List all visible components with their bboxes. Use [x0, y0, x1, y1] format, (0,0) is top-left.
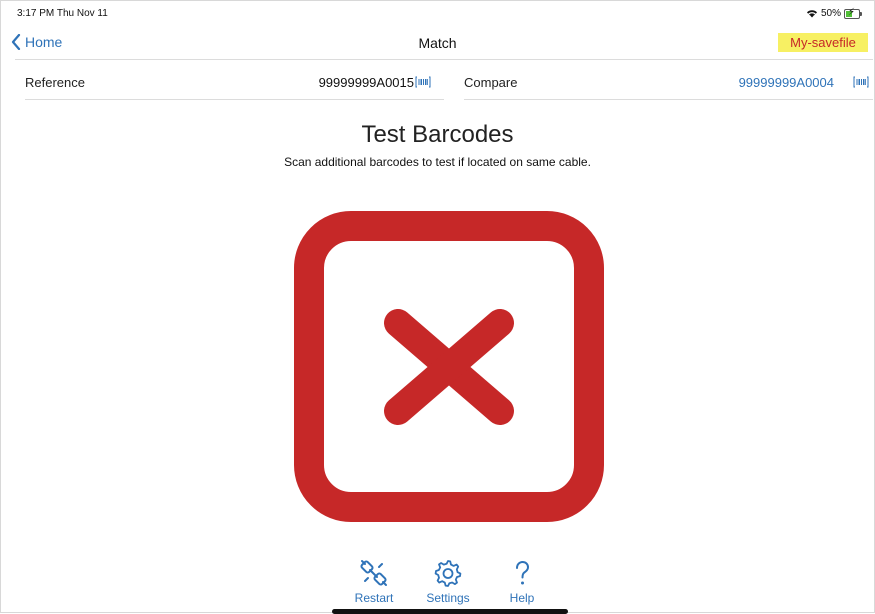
status-indicators: 50% ⚡: [806, 6, 862, 19]
reference-value: 99999999A0015: [318, 75, 414, 90]
section-heading: Test Barcodes: [361, 121, 514, 148]
restart-button[interactable]: Restart: [339, 558, 409, 605]
reference-scan-barcode-icon[interactable]: [415, 75, 431, 89]
restart-label: Restart: [354, 591, 394, 605]
status-time: 3:17 PM Thu Nov 11: [17, 8, 108, 19]
compare-value[interactable]: 99999999A0004: [739, 75, 834, 90]
help-button[interactable]: Help: [487, 558, 557, 605]
reference-divider: [25, 99, 444, 100]
battery-icon: ⚡: [844, 6, 862, 19]
settings-label: Settings: [426, 591, 470, 605]
section-instructions: Scan additional barcodes to test if loca…: [284, 155, 591, 169]
battery-percent: 50%: [820, 8, 841, 19]
compare-label: Compare: [464, 75, 518, 90]
settings-button[interactable]: Settings: [413, 558, 483, 605]
charging-icon: ⚡: [848, 6, 856, 18]
compare-divider: [464, 99, 873, 100]
nav-divider: [15, 59, 873, 60]
home-indicator: [332, 609, 568, 614]
page-title: Match: [418, 35, 457, 51]
failure-x-icon: [294, 211, 604, 522]
compare-scan-barcode-icon[interactable]: [853, 75, 869, 89]
savefile-badge[interactable]: My-savefile: [778, 33, 868, 52]
reference-label: Reference: [25, 75, 85, 90]
gear-icon: [434, 560, 462, 587]
cable-plug-icon: [360, 560, 387, 586]
help-label: Help: [509, 591, 535, 605]
wifi-icon: [806, 10, 817, 18]
question-mark-icon: [516, 560, 530, 585]
app-frame: 3:17 PM Thu Nov 11 50% ⚡ Home Match My-s…: [0, 0, 875, 614]
